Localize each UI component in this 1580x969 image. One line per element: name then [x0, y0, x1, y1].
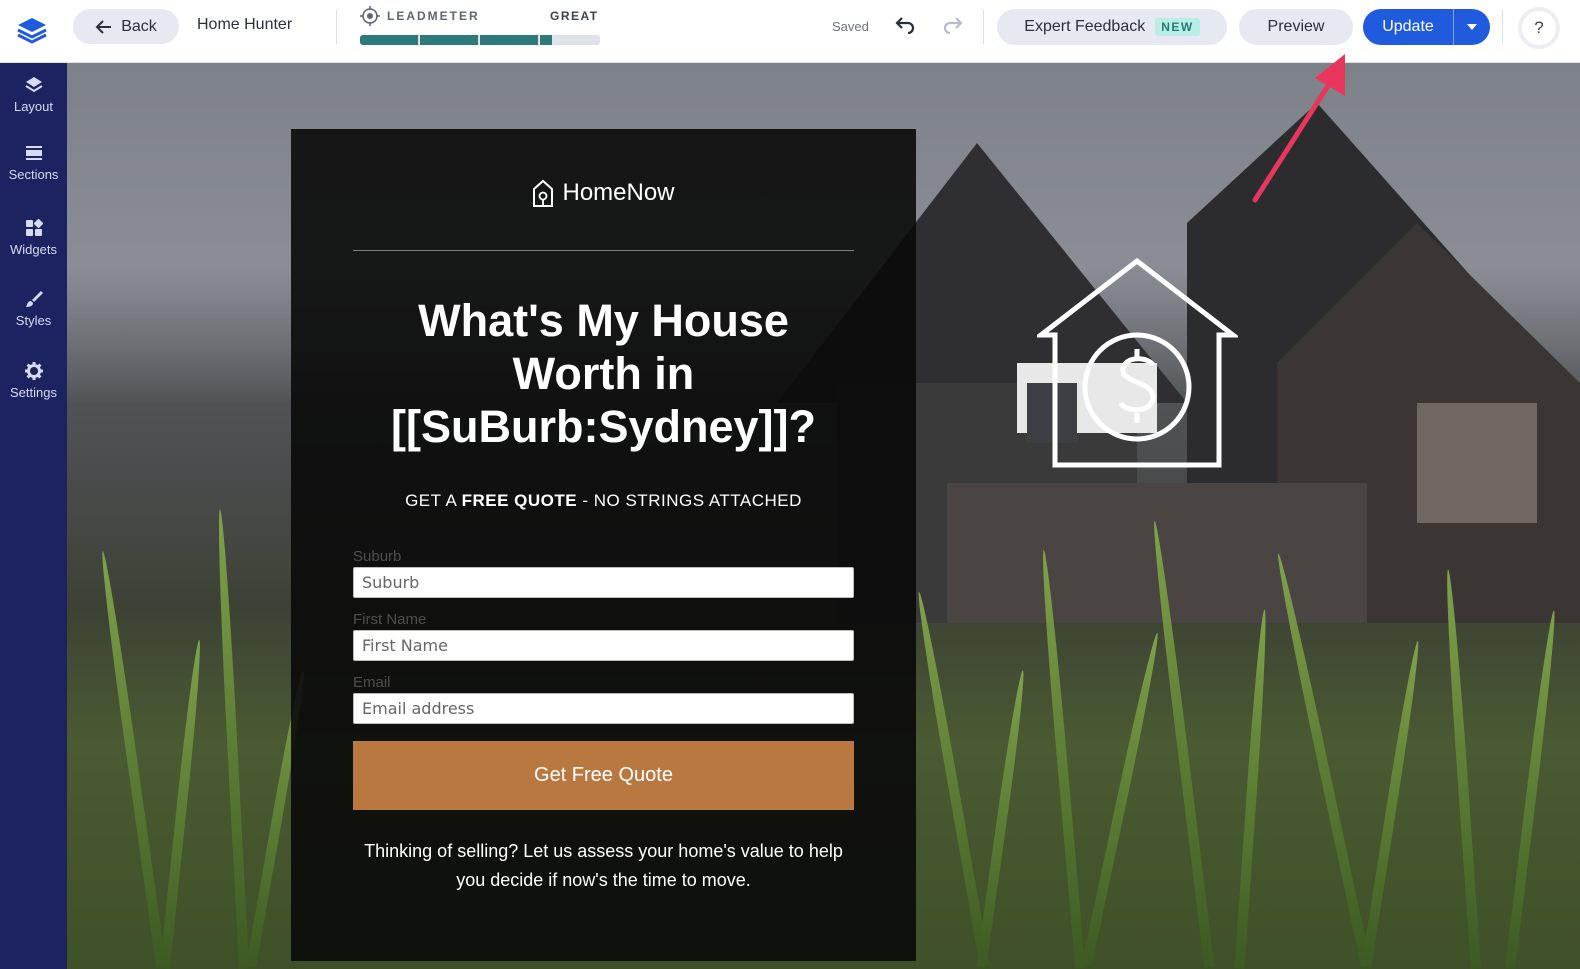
- grass-blade: [1443, 569, 1481, 969]
- form-headline[interactable]: What's My House Worth in [[SuBurb:Sydney…: [353, 294, 854, 453]
- update-label: Update: [1382, 18, 1434, 35]
- preview-button[interactable]: Preview: [1239, 9, 1353, 45]
- tagline-suffix: - NO STRINGS ATTACHED: [577, 491, 802, 510]
- page-title: Home Hunter: [197, 16, 293, 33]
- get-free-quote-button[interactable]: Get Free Quote: [353, 741, 854, 810]
- brand-name: HomeNow: [562, 179, 675, 206]
- update-button[interactable]: Update: [1363, 9, 1453, 45]
- email-label: Email: [353, 674, 391, 691]
- suburb-input[interactable]: [353, 567, 854, 598]
- email-input[interactable]: [353, 693, 854, 724]
- redo-icon[interactable]: [941, 14, 965, 38]
- leadmeter-segment: [540, 35, 552, 45]
- caret-down-icon: [1467, 24, 1477, 30]
- leadmeter-segment: [360, 35, 418, 45]
- grass-blade: [214, 509, 250, 969]
- left-sidebar: Layout Sections Widgets Styles Settings: [0, 63, 67, 969]
- grass-blade: [1234, 609, 1270, 969]
- toolbar-divider: [336, 10, 337, 44]
- widgets-icon: [25, 218, 43, 236]
- toolbar-divider: [983, 10, 984, 44]
- sidebar-item-label: Styles: [15, 313, 52, 328]
- arrow-left-icon: [95, 19, 112, 34]
- grass-blade: [97, 550, 167, 968]
- gear-icon: [24, 362, 43, 380]
- toolbar-divider: [1502, 10, 1503, 44]
- house-dollar-icon[interactable]: [1037, 257, 1238, 469]
- sidebar-item-label: Widgets: [10, 242, 57, 257]
- sidebar-item-label: Layout: [13, 99, 54, 114]
- form-blurb[interactable]: Thinking of selling? Let us assess your …: [353, 837, 854, 895]
- help-label: ?: [1534, 18, 1544, 37]
- sidebar-item-settings[interactable]: Settings: [0, 361, 67, 400]
- help-button[interactable]: ?: [1518, 7, 1560, 49]
- annotation-arrow-icon: [1252, 54, 1345, 203]
- brush-icon: [25, 291, 43, 307]
- target-icon: [360, 6, 380, 26]
- new-badge: NEW: [1155, 18, 1200, 36]
- app-logo-icon[interactable]: [14, 12, 50, 48]
- sections-icon: [25, 146, 42, 160]
- sidebar-item-widgets[interactable]: Widgets: [0, 218, 67, 257]
- leadmeter-segment: [480, 35, 538, 45]
- house-logo-icon: [533, 179, 554, 207]
- sidebar-item-label: Sections: [8, 167, 59, 182]
- sidebar-item-styles[interactable]: Styles: [0, 289, 67, 328]
- grass-blade: [159, 639, 205, 969]
- tagline-prefix: GET A: [405, 491, 462, 510]
- sidebar-item-label: Settings: [10, 385, 57, 400]
- leadmeter-segment: [420, 35, 478, 45]
- save-status: Saved: [832, 19, 869, 34]
- first-name-input[interactable]: [353, 630, 854, 661]
- expert-feedback-label: Expert Feedback: [1024, 18, 1146, 35]
- leadmeter[interactable]: LEADMETER GREAT: [360, 6, 600, 50]
- cta-label: Get Free Quote: [534, 764, 673, 786]
- lead-form-card: HomeNow What's My House Worth in [[SuBur…: [291, 129, 916, 961]
- grass-blade: [1361, 640, 1423, 968]
- form-tagline[interactable]: GET A FREE QUOTE - NO STRINGS ATTACHED: [353, 491, 854, 511]
- expert-feedback-button[interactable]: Expert Feedback NEW: [997, 9, 1227, 45]
- leadmeter-label: LEADMETER: [387, 9, 480, 23]
- layers-icon: [24, 77, 43, 93]
- preview-label: Preview: [1267, 18, 1325, 35]
- leadmeter-score: GREAT: [550, 9, 599, 23]
- grass-blade: [914, 591, 990, 967]
- sidebar-item-sections[interactable]: Sections: [0, 143, 67, 182]
- first-name-label: First Name: [353, 611, 427, 628]
- grass-blade: [1081, 631, 1163, 967]
- leadmeter-bar: [360, 35, 600, 45]
- back-button[interactable]: Back: [73, 9, 179, 44]
- update-options-button[interactable]: [1453, 9, 1490, 45]
- tagline-emphasis: FREE QUOTE: [461, 491, 578, 510]
- grass-blade: [976, 669, 1028, 969]
- card-divider: [353, 250, 854, 251]
- suburb-label: Suburb: [353, 548, 402, 565]
- brand-logo: HomeNow: [291, 179, 916, 207]
- sidebar-item-layout[interactable]: Layout: [0, 75, 67, 114]
- update-button-group: Update: [1363, 9, 1490, 45]
- back-label: Back: [121, 17, 157, 35]
- grass-blade: [1505, 609, 1559, 969]
- undo-icon[interactable]: [893, 14, 917, 38]
